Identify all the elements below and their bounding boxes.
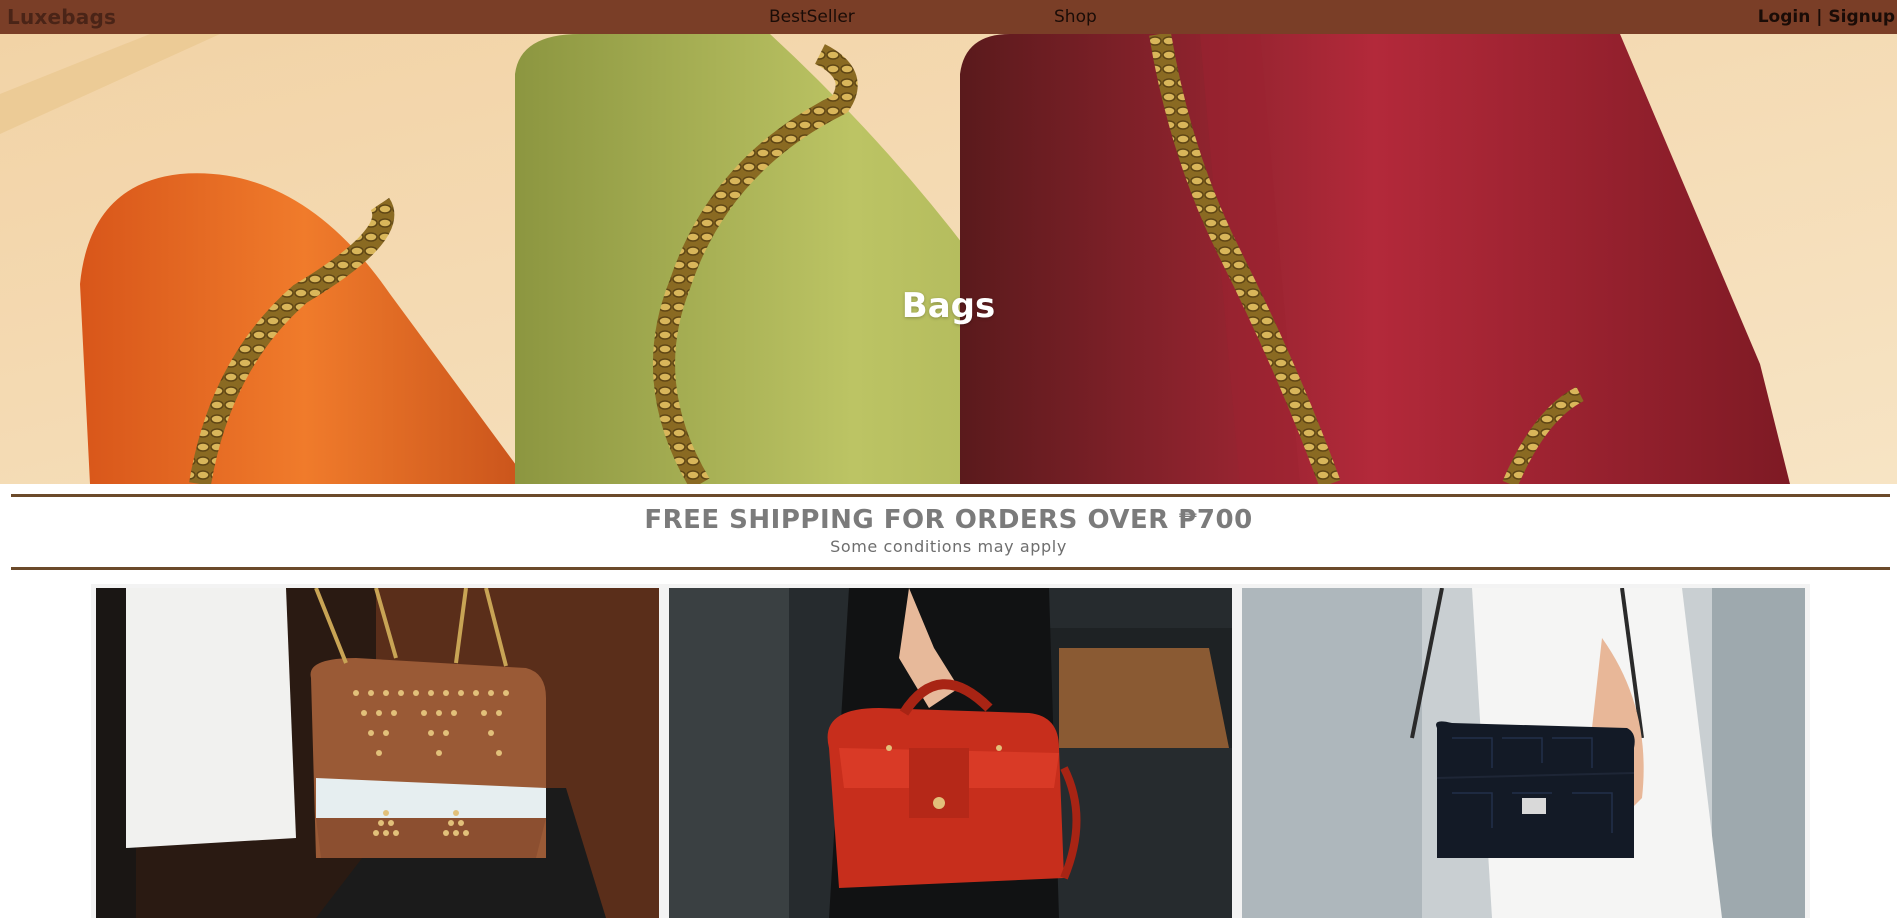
product-grid xyxy=(91,584,1810,918)
top-navbar: Luxebags BestSeller Shop Login | Signup xyxy=(0,0,1897,34)
hero-banner: Bags xyxy=(0,34,1897,484)
login-link[interactable]: Login xyxy=(1758,7,1811,27)
banner-bottom-rule xyxy=(11,567,1890,570)
black-croc-crossbody-photo xyxy=(1242,588,1805,918)
product-card[interactable] xyxy=(669,588,1232,918)
auth-links: Login | Signup xyxy=(1758,7,1895,27)
auth-separator: | xyxy=(1816,7,1823,27)
shipping-subtitle: Some conditions may apply xyxy=(830,537,1067,556)
shipping-title: FREE SHIPPING FOR ORDERS OVER ₱700 xyxy=(644,505,1253,535)
red-leather-handbag-photo xyxy=(669,588,1232,918)
hero-bags-image xyxy=(0,34,1897,484)
signup-link[interactable]: Signup xyxy=(1828,7,1895,27)
brand-logo[interactable]: Luxebags xyxy=(7,5,116,29)
product-card[interactable] xyxy=(1242,588,1805,918)
nav-link-bestseller[interactable]: BestSeller xyxy=(769,7,855,27)
product-card[interactable] xyxy=(96,588,659,918)
banner-top-rule xyxy=(11,494,1890,497)
brown-studded-bag-photo xyxy=(96,588,659,918)
hero-title: Bags xyxy=(901,286,996,326)
nav-link-shop[interactable]: Shop xyxy=(1054,7,1097,27)
